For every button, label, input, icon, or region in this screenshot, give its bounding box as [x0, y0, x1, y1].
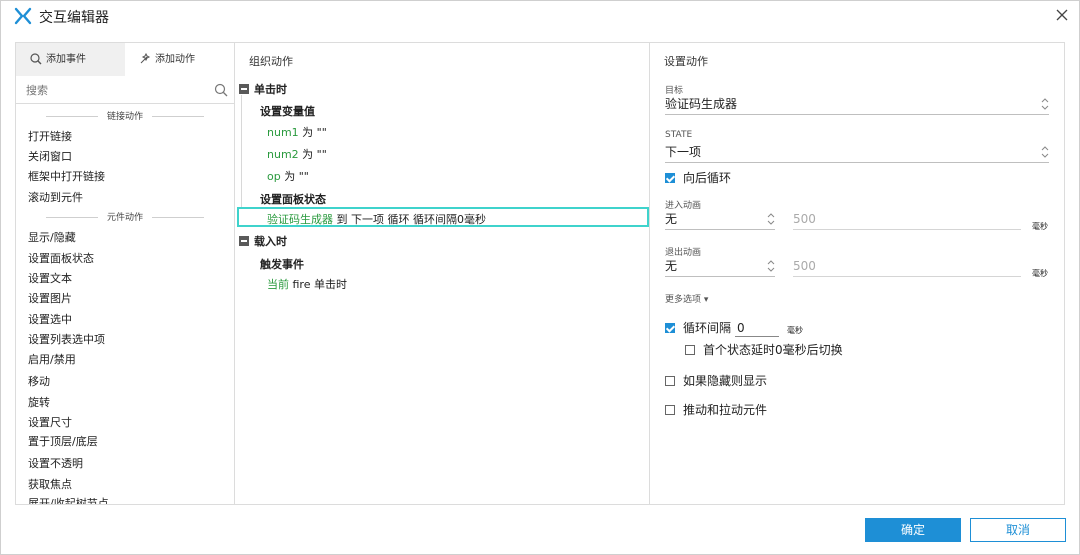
push-pull-checkbox[interactable]: 推动和拉动元件: [665, 401, 767, 418]
updown-icon: [767, 260, 775, 272]
panel-state-detail[interactable]: 验证码生成器 到 下一项 循环 循环间隔0毫秒: [267, 211, 486, 227]
section-widget-actions: 元件动作: [16, 210, 234, 224]
action-fire-event[interactable]: 触发事件: [260, 256, 304, 272]
axure-logo-icon: [14, 7, 32, 25]
state-label: STATE: [665, 130, 693, 140]
add-event-icon: [30, 53, 42, 65]
action-open-link-in-frame[interactable]: 框架中打开链接: [28, 168, 105, 184]
event-onclick[interactable]: 单击时: [239, 81, 287, 97]
fire-event-detail[interactable]: 当前 fire 单击时: [267, 276, 347, 292]
cancel-button[interactable]: 取消: [970, 518, 1066, 542]
search-icon[interactable]: [214, 83, 228, 97]
action-set-selected[interactable]: 设置选中: [28, 311, 72, 327]
more-options-toggle[interactable]: 更多选项 ▾: [665, 292, 708, 305]
show-if-hidden-checkbox[interactable]: 如果隐藏则显示: [665, 372, 767, 389]
var-assign-num2[interactable]: num2 为 "": [267, 146, 327, 162]
checkbox-checked[interactable]: [665, 323, 675, 333]
updown-icon: [1041, 98, 1049, 110]
enter-duration-unit: 毫秒: [1032, 222, 1048, 231]
tab-add-event[interactable]: 添加事件: [16, 43, 125, 76]
action-set-size[interactable]: 设置尺寸: [28, 414, 72, 430]
actions-library-panel: 添加事件 添加动作 链接动作 打开链接 关闭窗口 框架中打开链接 滚动到元件 元…: [15, 42, 235, 505]
action-enable-disable[interactable]: 启用/禁用: [28, 351, 76, 367]
action-open-link[interactable]: 打开链接: [28, 128, 72, 144]
var-assign-num1[interactable]: num1 为 "": [267, 124, 327, 140]
loop-interval-unit: 毫秒: [787, 326, 803, 335]
action-set-panel-state[interactable]: 设置面板状态: [28, 250, 94, 266]
window-title: 交互编辑器: [39, 10, 109, 26]
wrap-checkbox[interactable]: 向后循环: [665, 169, 731, 186]
updown-icon: [767, 213, 775, 225]
add-action-icon: [140, 53, 151, 64]
loop-interval-input[interactable]: 0: [735, 321, 780, 337]
enter-animation-select[interactable]: 无: [665, 210, 775, 230]
enter-duration-input[interactable]: 500: [793, 210, 1021, 230]
tab-add-action[interactable]: 添加动作: [125, 43, 234, 76]
event-onload[interactable]: 载入时: [239, 233, 287, 249]
action-set-panel-state-node[interactable]: 设置面板状态: [260, 191, 326, 207]
action-set-image[interactable]: 设置图片: [28, 290, 72, 306]
action-expand-collapse-tree[interactable]: 展开/收起树节点: [28, 495, 109, 504]
organize-actions-panel: 组织动作 单击时 设置变量值 num1 为 "" num2 为 "" op 为 …: [234, 42, 650, 505]
action-set-variable[interactable]: 设置变量值: [260, 103, 315, 119]
action-bring-front-back[interactable]: 置于顶层/底层: [28, 433, 98, 449]
configure-action-panel: 设置动作 目标 验证码生成器 STATE 下一项 向后循环 进入动画 无 500…: [649, 42, 1065, 505]
collapse-icon[interactable]: [239, 236, 249, 246]
ok-button[interactable]: 确定: [865, 518, 961, 542]
state-select[interactable]: 下一项: [665, 143, 1049, 163]
action-set-text[interactable]: 设置文本: [28, 270, 72, 286]
library-tabs: 添加事件 添加动作: [16, 43, 234, 76]
search-box: [16, 76, 234, 104]
section-link-actions: 链接动作: [16, 109, 234, 123]
action-rotate[interactable]: 旋转: [28, 394, 50, 410]
interaction-editor-window: 交互编辑器 添加事件 添加动作 搜索 链接动作 打开链接 关闭窗口 框架中打开链…: [0, 0, 1080, 555]
var-assign-op[interactable]: op 为 "": [267, 168, 309, 184]
exit-duration-unit: 毫秒: [1032, 269, 1048, 278]
title-bar: 交互编辑器: [1, 1, 1079, 31]
exit-animation-select[interactable]: 无: [665, 257, 775, 277]
exit-duration-input[interactable]: 500: [793, 257, 1021, 277]
updown-icon: [1041, 146, 1049, 158]
action-scroll-to-widget[interactable]: 滚动到元件: [28, 189, 83, 205]
action-close-window[interactable]: 关闭窗口: [28, 148, 72, 164]
configure-action-heading: 设置动作: [664, 55, 708, 68]
action-set-opacity[interactable]: 设置不透明: [28, 455, 83, 471]
collapse-icon[interactable]: [239, 84, 249, 94]
checkbox-unchecked[interactable]: [665, 405, 675, 415]
tree-line: [241, 95, 242, 207]
organize-actions-heading: 组织动作: [249, 55, 293, 68]
search-input[interactable]: [26, 81, 206, 99]
action-set-list-selected[interactable]: 设置列表选中项: [28, 331, 105, 347]
action-focus[interactable]: 获取焦点: [28, 476, 72, 492]
action-move[interactable]: 移动: [28, 373, 50, 389]
checkbox-unchecked[interactable]: [685, 345, 695, 355]
close-icon[interactable]: [1053, 6, 1071, 24]
target-select[interactable]: 验证码生成器: [665, 95, 1049, 115]
checkbox-checked[interactable]: [665, 173, 675, 183]
action-show-hide[interactable]: 显示/隐藏: [28, 229, 76, 245]
first-state-delay-checkbox[interactable]: 首个状态延时0毫秒后切换: [685, 341, 843, 358]
loop-interval-checkbox[interactable]: 循环间隔 0: [665, 319, 780, 337]
checkbox-unchecked[interactable]: [665, 376, 675, 386]
